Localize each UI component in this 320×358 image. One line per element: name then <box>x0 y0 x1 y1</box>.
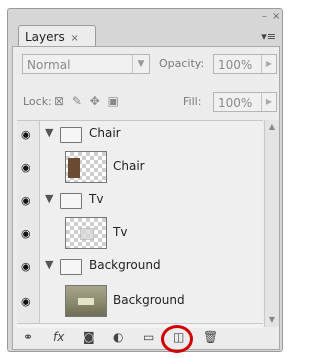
lock-icons: ⊠ ✎ ✥ ▣ <box>54 94 121 108</box>
fx-icon[interactable]: fx <box>53 330 64 344</box>
expand-arrow-icon[interactable]: ▼ <box>45 258 53 271</box>
opacity-input[interactable]: 100% ▶ <box>213 54 277 74</box>
visibility-toggle[interactable]: ◉ <box>17 187 40 213</box>
folder-icon <box>60 193 82 209</box>
blend-mode-select[interactable]: Normal ▼ <box>22 54 150 74</box>
mask-icon[interactable]: ◙ <box>83 330 95 344</box>
layer-name: Background <box>89 258 161 272</box>
layer-thumbnail <box>65 217 107 249</box>
layers-scrollbar[interactable]: ▲ ▼ <box>264 120 279 327</box>
visibility-toggle[interactable]: ◉ <box>17 147 40 187</box>
layer-background[interactable]: ◉ Background <box>17 279 263 324</box>
minimize-icon[interactable]: – <box>262 11 267 22</box>
layer-name: Tv <box>89 192 104 206</box>
panel-menu-icon[interactable]: ▾≡ <box>261 30 276 43</box>
blend-mode-value: Normal <box>27 58 71 72</box>
lock-label: Lock: <box>23 95 52 108</box>
trash-icon[interactable]: 🗑 <box>203 330 218 344</box>
scroll-up-icon[interactable]: ▲ <box>265 120 279 134</box>
visibility-toggle[interactable]: ◉ <box>17 279 40 323</box>
eye-icon: ◉ <box>21 194 31 207</box>
lock-position-icon[interactable]: ✥ <box>90 94 102 108</box>
panel-bottom-toolbar: ⚭ fx ◙ ◐ ▭ ◫ 🗑 <box>17 329 275 347</box>
blend-opacity-row: Normal ▼ Opacity: 100% ▶ <box>17 53 277 75</box>
eye-icon: ◉ <box>21 161 31 174</box>
lock-all-icon[interactable]: ▣ <box>108 94 121 108</box>
expand-arrow-icon[interactable]: ▼ <box>45 126 53 139</box>
layer-name: Tv <box>113 225 128 239</box>
eye-icon: ◉ <box>21 260 31 273</box>
eye-icon: ◉ <box>21 128 31 141</box>
opacity-label: Opacity: <box>159 57 205 70</box>
visibility-toggle[interactable]: ◉ <box>17 121 40 147</box>
close-panel-icon[interactable]: × <box>272 11 280 22</box>
adjustment-icon[interactable]: ◐ <box>113 330 123 344</box>
eye-icon: ◉ <box>21 295 31 308</box>
layer-thumbnail <box>65 285 107 317</box>
scroll-down-icon[interactable]: ▼ <box>265 313 279 327</box>
opacity-value: 100% <box>218 58 253 72</box>
new-group-icon[interactable]: ▭ <box>143 330 154 344</box>
lock-transparent-icon[interactable]: ⊠ <box>54 94 66 108</box>
layers-panel: – × Layers × ▾≡ Normal ▼ Opacity: 100% ▶… <box>7 8 283 352</box>
panel-content: Normal ▼ Opacity: 100% ▶ Lock: ⊠ ✎ ✥ ▣ F… <box>12 46 280 350</box>
folder-icon <box>60 127 82 143</box>
lock-fill-row: Lock: ⊠ ✎ ✥ ▣ Fill: 100% ▶ <box>17 91 277 113</box>
chevron-right-icon[interactable]: ▶ <box>261 55 276 73</box>
folder-icon <box>60 259 82 275</box>
fill-value: 100% <box>218 96 253 110</box>
eye-icon: ◉ <box>21 227 31 240</box>
layer-group-background[interactable]: ◉ ▼ Background <box>17 253 263 280</box>
tab-label: Layers <box>25 30 65 44</box>
lock-image-icon[interactable]: ✎ <box>72 94 84 108</box>
tab-close-icon[interactable]: × <box>71 33 79 44</box>
visibility-toggle[interactable]: ◉ <box>17 253 40 279</box>
highlight-circle <box>161 325 193 353</box>
layer-name: Chair <box>89 126 121 140</box>
layer-thumbnail <box>65 151 107 183</box>
expand-arrow-icon[interactable]: ▼ <box>45 192 53 205</box>
fill-input[interactable]: 100% ▶ <box>213 92 277 112</box>
tab-layers[interactable]: Layers × <box>18 25 96 47</box>
layer-group-tv[interactable]: ◉ ▼ Tv <box>17 187 263 214</box>
layers-list: ◉ ▼ Chair ◉ Chair ◉ ▼ Tv ◉ Tv ◉ ▼ Backgr… <box>17 120 263 328</box>
visibility-toggle[interactable]: ◉ <box>17 213 40 253</box>
layer-name: Background <box>113 293 185 307</box>
fill-label: Fill: <box>183 95 202 108</box>
layer-chair[interactable]: ◉ Chair <box>17 147 263 188</box>
chevron-right-icon[interactable]: ▶ <box>261 93 276 111</box>
layer-name: Chair <box>113 159 145 173</box>
layer-tv[interactable]: ◉ Tv <box>17 213 263 254</box>
panel-titlebar: – × Layers × ▾≡ <box>8 9 282 47</box>
link-icon[interactable]: ⚭ <box>23 330 33 344</box>
layer-group-chair[interactable]: ◉ ▼ Chair <box>17 121 263 148</box>
chevron-down-icon: ▼ <box>132 55 149 73</box>
